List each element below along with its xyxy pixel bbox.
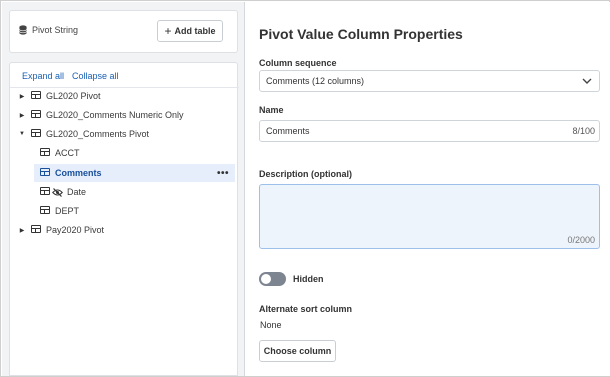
tree-table-row[interactable]: ▼ GL2020_Comments Pivot — [10, 125, 239, 143]
add-table-button[interactable]: + Add table — [157, 20, 223, 42]
column-sequence-label: Column sequence — [259, 58, 337, 68]
collapse-all-link[interactable]: Collapse all — [72, 71, 119, 81]
table-icon — [31, 91, 41, 99]
app-window: Pivot String + Add table Expand all Coll… — [0, 0, 610, 377]
column-name: Date — [67, 187, 87, 197]
name-input[interactable]: Comments 8/100 — [259, 120, 600, 142]
chevron-down-icon — [582, 78, 592, 84]
source-card: Pivot String + Add table — [9, 10, 238, 53]
tree-table-row[interactable]: ▶ Pay2020 Pivot — [10, 221, 239, 239]
column-sequence-value: Comments (12 columns) — [266, 76, 365, 86]
table-name: GL2020_Comments Pivot — [46, 129, 150, 139]
database-icon — [19, 25, 27, 35]
tree-column-row[interactable]: Date — [34, 183, 235, 201]
hidden-toggle[interactable] — [259, 272, 286, 286]
eye-slash-icon — [52, 187, 63, 197]
column-icon — [40, 187, 50, 195]
tree-table-row[interactable]: ▶ GL2020 Pivot — [10, 87, 239, 105]
table-name: GL2020_Comments Numeric Only — [46, 110, 184, 120]
name-value: Comments — [266, 126, 310, 136]
table-icon — [31, 129, 41, 137]
plus-icon: + — [164, 24, 172, 38]
description-char-counter: 0/2000 — [567, 235, 595, 245]
column-sequence-select[interactable]: Comments (12 columns) — [259, 70, 600, 92]
column-name: Comments — [55, 168, 102, 178]
caret-right-icon[interactable]: ▶ — [17, 227, 27, 234]
table-name: GL2020 Pivot — [46, 91, 101, 101]
caret-right-icon[interactable]: ▶ — [17, 112, 27, 119]
alternate-sort-label: Alternate sort column — [259, 304, 353, 314]
tree-actions: Expand all Collapse all — [22, 71, 119, 81]
caret-right-icon[interactable]: ▶ — [17, 93, 27, 100]
description-label: Description (optional) — [259, 169, 352, 179]
alternate-sort-value: None — [260, 320, 282, 330]
choose-column-button[interactable]: Choose column — [259, 340, 336, 362]
expand-all-link[interactable]: Expand all — [22, 71, 64, 81]
name-label: Name — [259, 105, 284, 115]
column-name: ACCT — [55, 148, 80, 158]
column-icon — [40, 206, 50, 214]
hidden-label: Hidden — [293, 274, 324, 284]
table-icon — [31, 110, 41, 118]
column-icon — [40, 168, 50, 176]
tree-column-row[interactable]: DEPT — [34, 202, 235, 220]
tree-column-row-selected[interactable]: Comments ••• — [34, 164, 235, 182]
hidden-toggle-row: Hidden — [259, 272, 324, 286]
panel-title: Pivot Value Column Properties — [259, 26, 463, 42]
column-icon — [40, 148, 50, 156]
source-selector[interactable]: Pivot String — [19, 25, 78, 35]
add-table-label: Add table — [174, 26, 216, 36]
left-panel: Pivot String + Add table Expand all Coll… — [2, 2, 245, 376]
source-label: Pivot String — [32, 25, 79, 35]
tree-table-row[interactable]: ▶ GL2020_Comments Numeric Only — [10, 106, 239, 124]
table-name: Pay2020 Pivot — [46, 225, 105, 235]
name-char-counter: 8/100 — [572, 126, 595, 136]
description-textarea[interactable]: 0/2000 — [259, 184, 600, 249]
more-options-icon[interactable]: ••• — [217, 168, 229, 179]
properties-panel: Pivot Value Column Properties Column seq… — [246, 2, 610, 376]
caret-down-icon[interactable]: ▼ — [17, 131, 27, 137]
toggle-knob — [261, 274, 271, 284]
tree-column-row[interactable]: ACCT — [34, 144, 235, 162]
table-icon — [31, 225, 41, 233]
column-name: DEPT — [55, 206, 80, 216]
table-tree: Expand all Collapse all ▶ GL2020 Pivot ▶… — [9, 62, 239, 376]
